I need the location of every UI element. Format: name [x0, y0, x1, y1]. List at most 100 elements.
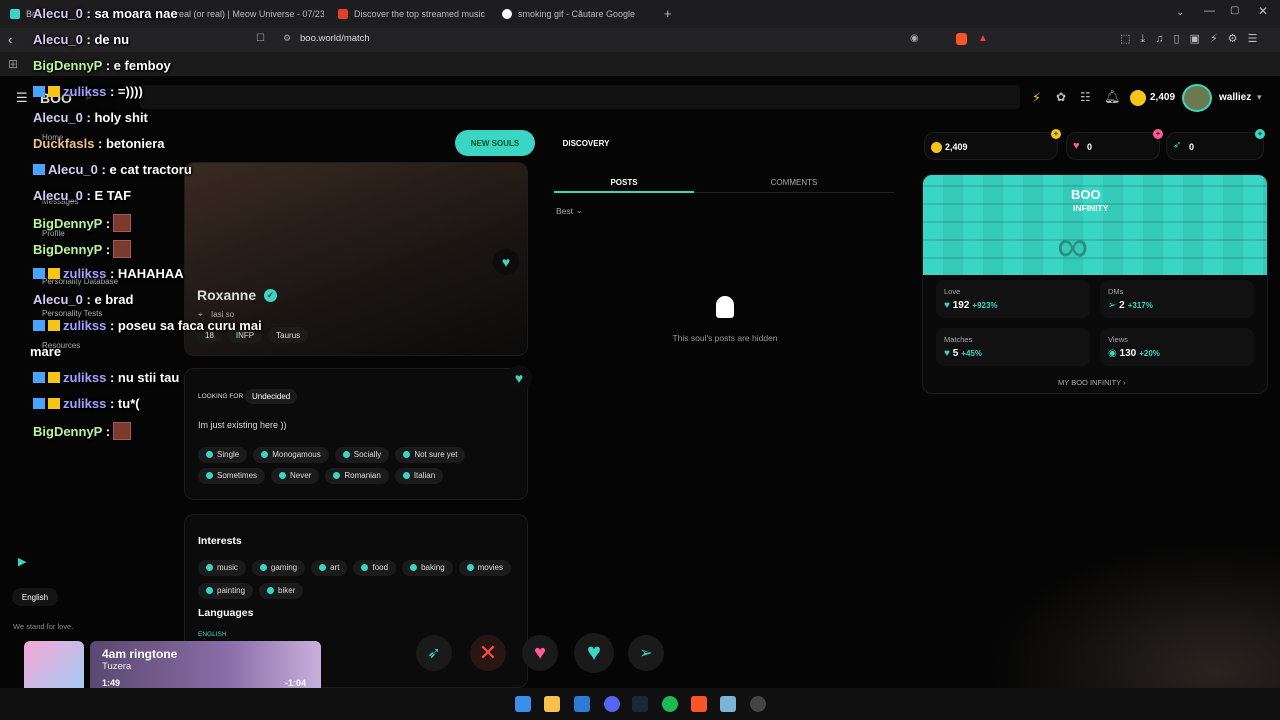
address-bar-row [0, 28, 1280, 52]
header-username[interactable]: walliez [1219, 92, 1251, 103]
obs-icon[interactable] [750, 696, 766, 712]
my-boo-infinity-link[interactable]: MY BOO INFINITY › [1058, 378, 1126, 387]
tab-list-chevron-icon[interactable]: ⌄ [1176, 7, 1184, 18]
tab-posts[interactable]: POSTS [554, 178, 694, 187]
brave-shield-icon[interactable] [956, 33, 967, 45]
filters-icon[interactable]: ☷ [1080, 90, 1091, 104]
brave-taskbar-icon[interactable] [691, 696, 707, 712]
chat-message: Alecu_0 : e cat tractoru [33, 162, 192, 177]
like-heart-icon[interactable]: ♥ [506, 365, 532, 391]
add-coins-icon[interactable]: + [1051, 129, 1061, 139]
account-chevron-down-icon[interactable]: ▾ [1257, 92, 1262, 103]
infinity-banner[interactable]: BOO INFINITY ∞ [923, 175, 1267, 275]
language-select[interactable]: English [12, 588, 58, 606]
back-arrow-icon[interactable]: ‹ [8, 32, 12, 47]
planet-icon [206, 564, 213, 571]
add-hearts-icon[interactable]: + [1153, 129, 1163, 139]
location-icon[interactable]: ◉ [910, 33, 919, 44]
maximize-button[interactable]: ▢ [1230, 5, 1239, 16]
bookmarks-bar [0, 52, 1280, 76]
interest-chip: biker [259, 582, 304, 599]
like-heart-icon[interactable]: ♥ [493, 249, 519, 275]
chat-username: BigDennyP [33, 242, 103, 257]
sort-chevron-down-icon[interactable]: ⌄ [576, 206, 583, 215]
bookmark-icon[interactable]: ☐ [256, 33, 265, 44]
browser-toolbar-icons[interactable]: ⬚⤓♫▯▣⚡⚙☰ [1120, 32, 1267, 46]
stat-value-row: ♥ 5 +45% [944, 348, 982, 359]
steam-icon[interactable] [632, 696, 648, 712]
chat-message: Alecu_0 : E TAF [33, 188, 131, 203]
posts-empty-message: This soul's posts are hidden [672, 333, 778, 343]
super-love-button[interactable]: ♥ [522, 635, 558, 671]
notifications-bell-icon[interactable]: 🔔︎ [1104, 89, 1121, 105]
coin-icon [1130, 90, 1146, 106]
google-play-icon[interactable]: ▶ [18, 555, 26, 568]
coins-card[interactable]: 2,409 [924, 132, 1058, 160]
apps-grid-icon[interactable]: ⊞ [8, 57, 18, 71]
new-tab-button[interactable]: + [664, 6, 672, 21]
chat-message: zulikss : tu*( [33, 396, 140, 411]
browser-tab-music[interactable]: Discover the top streamed music and [338, 4, 488, 24]
google-favicon-icon [502, 9, 512, 19]
hamburger-menu-icon[interactable]: ☰ [16, 90, 28, 106]
stat-delta: +317% [1127, 301, 1153, 310]
add-boosts-icon[interactable]: + [1255, 129, 1265, 139]
planet-icon [319, 564, 327, 571]
spotify-icon[interactable] [662, 696, 678, 712]
sort-select[interactable]: Best [556, 206, 573, 216]
languages-sub: ENGLISH [198, 631, 227, 638]
love-button[interactable]: ♥ [574, 633, 614, 673]
planet-icon [410, 564, 418, 571]
tab-title: Discover the top streamed music and [354, 9, 488, 19]
discord-icon[interactable] [604, 696, 620, 712]
site-settings-icon[interactable]: ⚙ [283, 33, 291, 44]
photos-icon[interactable] [574, 696, 590, 712]
chat-username: BigDennyP [33, 58, 103, 73]
chat-username: Alecu_0 [33, 6, 83, 21]
discovery-button[interactable]: DISCOVERY [548, 130, 624, 156]
stat-value: 192 [952, 300, 970, 311]
avatar[interactable] [1182, 84, 1212, 112]
interest-chip: painting [198, 582, 254, 599]
chat-message: BigDennyP : [33, 240, 132, 258]
chat-message: zulikss : nu stii tau [33, 370, 179, 385]
profile-details-card: LOOKING FOR Undecided Im just existing h… [184, 368, 528, 500]
windows-start-icon[interactable] [515, 696, 531, 712]
app-icon[interactable] [720, 696, 736, 712]
music-favicon-icon [338, 9, 348, 19]
pass-x-button[interactable]: ✕ [470, 635, 506, 671]
heart-icon: ♥ [944, 300, 953, 311]
banner-title: BOO [1071, 187, 1101, 202]
track-title: 4am ringtone [102, 647, 178, 661]
boost-lightning-icon[interactable]: ⚡ [1032, 90, 1041, 106]
close-window-button[interactable]: ✕ [1258, 4, 1268, 18]
search-bar[interactable] [140, 85, 1020, 109]
brave-rewards-icon[interactable]: ▲ [978, 33, 988, 44]
chat-text: : tu*( [109, 396, 140, 411]
send-icon: ➢ [1108, 300, 1120, 311]
boost-rocket-button[interactable]: ➶ [416, 635, 452, 671]
minimize-button[interactable]: — [1204, 5, 1215, 17]
browser-tab-google[interactable]: smoking gif - Căutare Google [502, 4, 652, 24]
interests-title: Interests [198, 535, 242, 547]
sidebar-item-personality-tests[interactable]: Personality Tests [42, 309, 102, 318]
browser-tab-meow[interactable]: real (or real) | Meow Universe - 07/23 [176, 4, 324, 24]
chat-text: : poseu sa faca curu mai [109, 318, 262, 333]
coin-icon [931, 142, 942, 153]
hearts-card[interactable]: ♥ 0 [1066, 132, 1160, 160]
track-remaining: -1:04 [285, 678, 307, 688]
chat-username: Alecu_0 [33, 188, 83, 203]
stat-value: 2 [1119, 300, 1125, 311]
prime-badge-icon [33, 164, 45, 175]
boosts-card[interactable]: ➶ 0 [1166, 132, 1264, 160]
stat-label: Views [1108, 335, 1128, 344]
new-souls-button[interactable]: NEW SOULS [455, 130, 535, 156]
tab-comments[interactable]: COMMENTS [724, 178, 864, 187]
stat-value-row: ◉ 130 +20% [1108, 348, 1160, 359]
translate-icon[interactable]: ✿ [1056, 90, 1066, 104]
send-message-button[interactable]: ➢ [628, 635, 664, 671]
url-field[interactable]: boo.world/match [300, 33, 370, 44]
file-explorer-icon[interactable] [544, 696, 560, 712]
interest-chip: art [311, 559, 348, 576]
detail-chip: Single [198, 446, 248, 463]
